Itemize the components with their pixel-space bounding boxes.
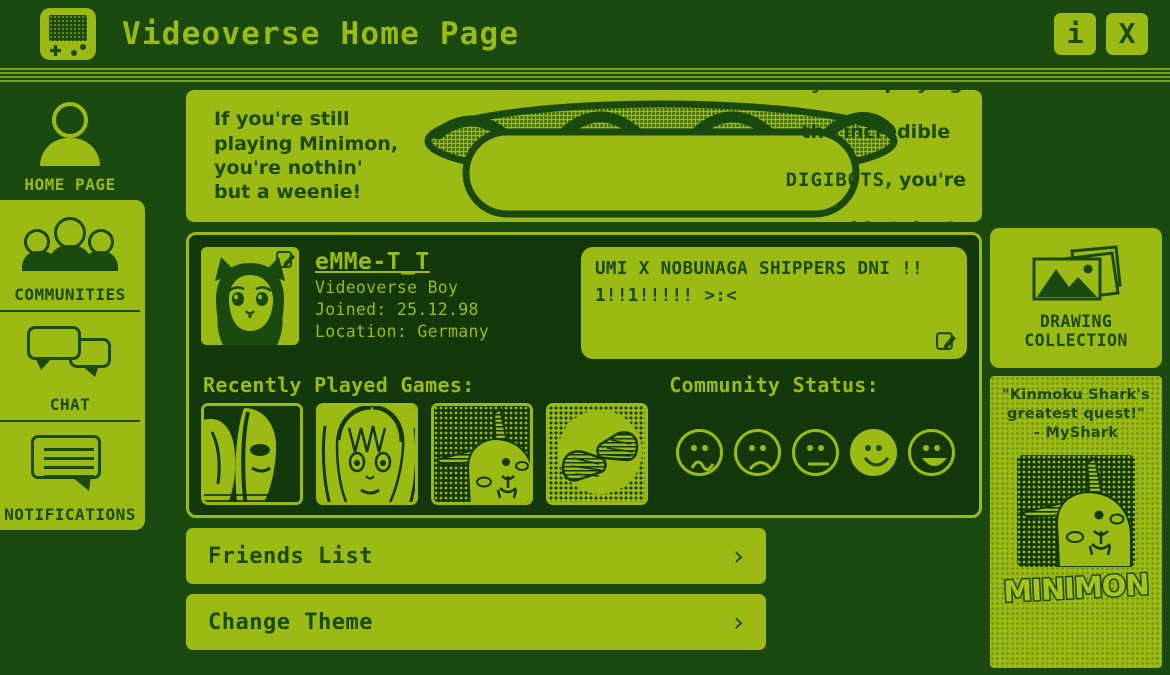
promo-quote: "Kinmoku Shark's greatest quest!" - MySh… [1002, 387, 1150, 441]
minimon-wordmark: MINIMON [1001, 565, 1151, 610]
sidebar-menu-group: COMMUNITIES CHAT NOTIFICATIONS [0, 200, 145, 530]
sidebar-item-label: CHAT [49, 395, 91, 414]
banner-brand: DIGIBOTS [785, 169, 886, 192]
game-thumbnail[interactable] [316, 403, 418, 505]
banner-right-text: If you're playing the incredible DIGIBOT… [786, 90, 966, 222]
group-icon [22, 200, 118, 285]
minimon-promo-card[interactable]: "Kinmoku Shark's greatest quest!" - MySh… [990, 376, 1162, 668]
pencil-edit-icon[interactable] [276, 249, 296, 269]
community-status-heading: Community Status: [669, 373, 879, 397]
sidebar-item-label: COMMUNITIES [14, 285, 126, 304]
sidebar-item-notifications[interactable]: NOTIFICATIONS [0, 420, 140, 530]
game-thumbnail[interactable] [546, 403, 648, 505]
promo-banner[interactable]: If you're still playing Minimon, you're … [186, 90, 982, 222]
gameboy-buttons-icon [71, 44, 87, 57]
sidebar: HOME PAGE COMMUNITIES CHAT NOTIFICATIONS [0, 90, 145, 530]
right-column: DRAWING COLLECTION "Kinmoku Shark's grea… [990, 228, 1162, 668]
banner-right-line1: If you're playing [786, 90, 966, 95]
banner-right-line3: , you're [885, 169, 966, 192]
status-message-text: UMI X NOBUNAGA SHIPPERS DNI !! 1!!1!!!!!… [595, 259, 924, 307]
community-status-rating [676, 403, 955, 476]
close-button[interactable]: X [1106, 13, 1148, 55]
window-controls: i X [1054, 13, 1156, 55]
gameboy-screen-icon [49, 15, 87, 41]
minimon-art [1017, 454, 1135, 567]
game-thumbnail[interactable] [431, 403, 533, 505]
section-body [201, 403, 967, 505]
main-content: If you're still playing Minimon, you're … [186, 90, 982, 650]
avatar[interactable] [201, 247, 299, 345]
notification-list-icon [31, 422, 109, 505]
profile-title: Videoverse Boy [315, 278, 459, 297]
change-theme-label: Change Theme [208, 609, 373, 635]
friends-list-button[interactable]: Friends List › [186, 528, 766, 584]
chevron-right-icon: › [733, 606, 744, 638]
friends-list-label: Friends List [208, 543, 373, 569]
info-button[interactable]: i [1054, 13, 1096, 55]
profile-joined: Joined: 25.12.98 [315, 300, 479, 319]
game-art-2 [319, 406, 415, 502]
header-divider [0, 68, 1170, 84]
very-sad-face[interactable] [676, 429, 723, 476]
banner-right-line2: the incredible [801, 120, 951, 143]
person-icon [38, 90, 102, 175]
minimon-creature-art [1017, 454, 1135, 567]
recently-played-games-list [201, 403, 648, 505]
neutral-face[interactable] [792, 429, 839, 476]
gameboy-dpad-icon [50, 45, 61, 56]
status-message-box[interactable]: UMI X NOBUNAGA SHIPPERS DNI !! 1!!1!!!!!… [581, 247, 967, 359]
game-art-4 [549, 406, 645, 502]
app-window: Videoverse Home Page i X HOME PAGE COMMU… [0, 0, 1170, 675]
page-title: Videoverse Home Page [122, 16, 520, 52]
happy-face[interactable] [850, 429, 897, 476]
profile-location: Location: Germany [315, 322, 489, 341]
section-headings: Recently Played Games: Community Status: [201, 373, 967, 397]
title-bar: Videoverse Home Page i X [0, 0, 1170, 68]
sidebar-item-home-page[interactable]: HOME PAGE [0, 90, 140, 200]
drawing-collection-label: DRAWING COLLECTION [1024, 312, 1128, 350]
sidebar-item-chat[interactable]: CHAT [0, 310, 140, 420]
change-theme-button[interactable]: Change Theme › [186, 594, 766, 650]
gameboy-icon[interactable] [40, 8, 96, 60]
sidebar-item-communities[interactable]: COMMUNITIES [0, 200, 140, 310]
banner-left-text: If you're still playing Minimon, you're … [214, 108, 399, 204]
sidebar-item-label: NOTIFICATIONS [4, 505, 136, 524]
chevron-right-icon: › [733, 540, 744, 572]
photos-stack-icon [1032, 245, 1122, 301]
profile-username[interactable]: eMMe-T_T [315, 249, 565, 275]
banner-right-line4: a real hot dog! [786, 217, 966, 222]
very-happy-face[interactable] [908, 429, 955, 476]
recently-played-heading: Recently Played Games: [203, 373, 475, 397]
speech-bubbles-icon [27, 312, 113, 395]
profile-header: eMMe-T_T Videoverse Boy Joined: 25.12.98… [201, 247, 967, 359]
game-art-3 [434, 406, 530, 502]
drawing-collection-button[interactable]: DRAWING COLLECTION [990, 228, 1162, 368]
game-thumbnail[interactable] [201, 403, 303, 505]
game-art-1 [204, 406, 300, 502]
profile-card: eMMe-T_T Videoverse Boy Joined: 25.12.98… [186, 232, 982, 518]
sidebar-item-label: HOME PAGE [24, 175, 116, 194]
pencil-edit-icon[interactable] [936, 330, 957, 351]
sad-face[interactable] [734, 429, 781, 476]
profile-info: eMMe-T_T Videoverse Boy Joined: 25.12.98… [315, 247, 565, 359]
